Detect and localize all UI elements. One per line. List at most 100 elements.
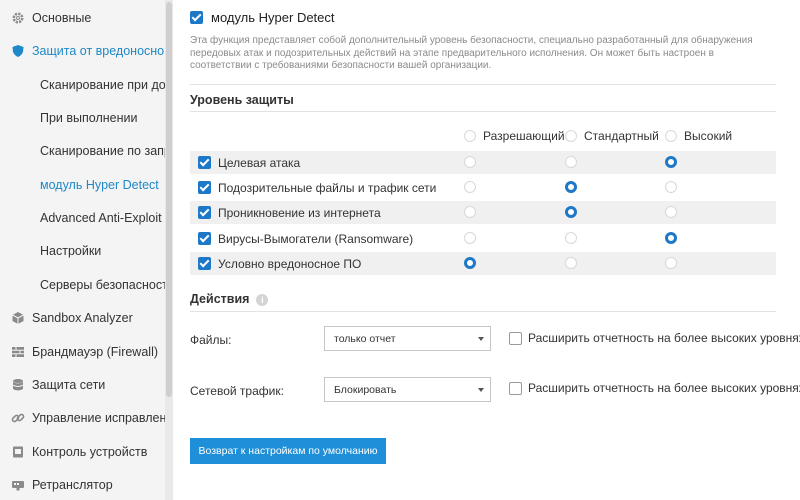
radio-aggressive[interactable]	[665, 257, 677, 269]
sidebar-item-anti-exploit[interactable]: Advanced Anti-Exploit	[0, 201, 165, 234]
files-action-value: только отчет	[334, 332, 396, 345]
row-checkbox[interactable]	[198, 206, 211, 219]
radio-normal-selected[interactable]	[565, 181, 577, 193]
protection-row-targeted-attack: Целевая атака	[190, 151, 776, 174]
firewall-icon	[11, 345, 25, 359]
reset-defaults-button[interactable]: Возврат к настройкам по умолчанию	[190, 438, 386, 464]
sidebar-item-firewall[interactable]: Брандмауэр (Firewall)	[0, 335, 165, 368]
chevron-down-icon	[478, 337, 484, 341]
divider	[190, 84, 776, 85]
shield-icon	[11, 44, 25, 58]
sidebar-item-relay[interactable]: Ретранслятор	[0, 468, 165, 500]
sidebar-item-patch-management[interactable]: Управление исправлениями	[0, 401, 165, 434]
row-label: Проникновение из интернета	[218, 205, 381, 220]
sidebar-item-sandbox[interactable]: Sandbox Analyzer	[0, 301, 165, 334]
sidebar-item-network-protection[interactable]: Защита сети	[0, 368, 165, 401]
radio-normal[interactable]	[565, 257, 577, 269]
radio-permissive[interactable]	[464, 156, 476, 168]
level-header-normal[interactable]: Стандартный	[565, 129, 659, 143]
row-label: Условно вредоносное ПО	[218, 256, 362, 271]
radio-header-normal[interactable]	[565, 130, 577, 142]
files-extend-label: Расширить отчетность на более высоких ур…	[528, 331, 800, 345]
sidebar-item-label: Основные	[32, 10, 92, 25]
row-label: Подозрительные файлы и трафик сети	[218, 180, 437, 195]
files-extend-checkbox[interactable]	[509, 331, 522, 345]
sidebar: Основные Защита от вредоносного Сканиров…	[0, 0, 165, 500]
radio-aggressive[interactable]	[665, 206, 677, 218]
info-icon[interactable]: i	[256, 293, 269, 306]
sidebar-item-label: Серверы безопасности	[40, 277, 165, 292]
files-action-select[interactable]: только отчет	[324, 326, 491, 351]
sidebar-item-label: Sandbox Analyzer	[32, 310, 133, 325]
sidebar-item-antimalware[interactable]: Защита от вредоносного	[0, 34, 165, 67]
traffic-extend-label: Расширить отчетность на более высоких ур…	[528, 381, 800, 395]
radio-permissive[interactable]	[464, 206, 476, 218]
traffic-extend-checkbox[interactable]	[509, 381, 522, 395]
level-label-normal: Стандартный	[584, 129, 659, 143]
sidebar-item-on-access[interactable]: Сканирование при доступе	[0, 68, 165, 101]
protection-row-ransomware: Вирусы-Вымогатели (Ransomware)	[190, 227, 776, 250]
database-icon	[11, 378, 25, 392]
level-header-permissive[interactable]: Разрешающий	[464, 129, 565, 143]
protection-row-grayware: Условно вредоносное ПО	[190, 252, 776, 275]
divider	[190, 311, 776, 312]
module-toggle[interactable]: модуль Hyper Detect	[190, 10, 335, 25]
radio-permissive-selected[interactable]	[464, 257, 476, 269]
traffic-action-value: Блокировать	[334, 383, 397, 396]
sidebar-scrollbar-thumb[interactable]	[166, 2, 172, 397]
actions-title: Действия i	[190, 292, 269, 306]
sidebar-item-label: Защита сети	[32, 377, 106, 392]
main-panel: модуль Hyper Detect Эта функция представ…	[173, 0, 800, 500]
level-label-aggressive: Высокий	[684, 129, 733, 143]
module-enable-checkbox[interactable]	[190, 11, 203, 24]
row-label: Целевая атака	[218, 155, 301, 170]
traffic-action-select[interactable]: Блокировать	[324, 377, 491, 402]
traffic-extend-reporting[interactable]: Расширить отчетность на более высоких ур…	[509, 381, 800, 395]
radio-header-aggressive[interactable]	[665, 130, 677, 142]
protection-level-title: Уровень защиты	[190, 93, 294, 107]
sidebar-item-label: Управление исправлениями	[32, 410, 165, 425]
gear-icon	[11, 11, 25, 25]
radio-aggressive[interactable]	[665, 181, 677, 193]
sidebar-item-label: Ретранслятор	[32, 477, 113, 492]
level-label-permissive: Разрешающий	[483, 129, 565, 143]
sidebar-item-label: Защита от вредоносного	[32, 43, 165, 58]
row-checkbox[interactable]	[198, 232, 211, 245]
radio-normal[interactable]	[565, 232, 577, 244]
relay-icon	[11, 478, 25, 492]
sidebar-item-label: Контроль устройств	[32, 444, 148, 459]
module-description: Эта функция представляет собой дополните…	[190, 35, 753, 71]
files-action-label: Файлы:	[190, 333, 232, 347]
sidebar-item-device-control[interactable]: Контроль устройств	[0, 435, 165, 468]
sidebar-item-settings[interactable]: Настройки	[0, 234, 165, 267]
row-label: Вирусы-Вымогатели (Ransomware)	[218, 231, 414, 246]
traffic-action-label: Сетевой трафик:	[190, 384, 284, 398]
sidebar-scrollbar[interactable]	[165, 0, 173, 500]
files-extend-reporting[interactable]: Расширить отчетность на более высоких ур…	[509, 331, 800, 345]
radio-permissive[interactable]	[464, 232, 476, 244]
radio-permissive[interactable]	[464, 181, 476, 193]
sidebar-item-label: Настройки	[40, 243, 102, 258]
sidebar-item-label: Advanced Anti-Exploit	[40, 210, 162, 225]
level-header-aggressive[interactable]: Высокий	[665, 129, 732, 143]
radio-aggressive-selected[interactable]	[665, 232, 677, 244]
sidebar-item-on-execute[interactable]: При выполнении	[0, 101, 165, 134]
row-checkbox[interactable]	[198, 257, 211, 270]
sidebar-item-hyper-detect[interactable]: модуль Hyper Detect	[0, 168, 165, 201]
protection-row-exploits: Проникновение из интернета	[190, 201, 776, 224]
link-icon	[11, 411, 25, 425]
sidebar-item-label: Сканирование при доступе	[40, 77, 165, 92]
module-title: модуль Hyper Detect	[211, 10, 335, 25]
cube-icon	[11, 311, 25, 325]
sidebar-item-on-demand[interactable]: Сканирование по запросу	[0, 134, 165, 167]
radio-aggressive-selected[interactable]	[665, 156, 677, 168]
sidebar-item-general[interactable]: Основные	[0, 1, 165, 34]
radio-header-permissive[interactable]	[464, 130, 476, 142]
sidebar-item-security-servers[interactable]: Серверы безопасности	[0, 268, 165, 301]
sidebar-item-label: Сканирование по запросу	[40, 143, 165, 158]
radio-normal[interactable]	[565, 156, 577, 168]
row-checkbox[interactable]	[198, 181, 211, 194]
row-checkbox[interactable]	[198, 156, 211, 169]
sidebar-item-label: Брандмауэр (Firewall)	[32, 344, 159, 359]
radio-normal-selected[interactable]	[565, 206, 577, 218]
